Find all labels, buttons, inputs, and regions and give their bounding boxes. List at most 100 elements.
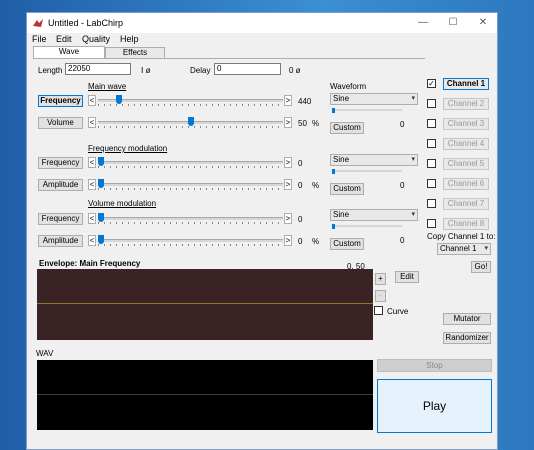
custom-waveform-button[interactable]: Custom xyxy=(330,183,364,195)
right-arrow-button[interactable]: > xyxy=(284,95,292,106)
slider-ticks xyxy=(98,188,283,190)
channel-checkbox[interactable] xyxy=(427,119,436,128)
waveform-select[interactable]: Sine ▾ xyxy=(330,209,418,221)
custom-waveform-button[interactable]: Custom xyxy=(330,122,364,134)
channel-checkbox[interactable] xyxy=(427,199,436,208)
channel-button[interactable]: Channel 2 xyxy=(443,98,489,110)
parameter-slider[interactable] xyxy=(98,117,283,128)
left-arrow-button[interactable]: < xyxy=(88,95,96,106)
parameter-slider[interactable] xyxy=(98,95,283,106)
left-arrow-button[interactable]: < xyxy=(88,213,96,224)
row-label-button[interactable]: Frequency xyxy=(38,157,83,169)
waveform-slider[interactable] xyxy=(332,169,402,174)
mutator-button[interactable]: Mutator xyxy=(443,313,491,325)
slider-ticks xyxy=(98,104,283,106)
envelope-edit-button[interactable]: Edit xyxy=(395,271,419,283)
close-button[interactable]: ✕ xyxy=(468,13,497,33)
chevron-down-icon: ▾ xyxy=(411,95,415,102)
waveform-heading: Waveform xyxy=(330,82,367,91)
right-arrow-button[interactable]: > xyxy=(284,235,292,246)
slider-ticks xyxy=(98,244,283,246)
menu-bar: File Edit Quality Help xyxy=(27,33,497,45)
menu-help[interactable]: Help xyxy=(120,34,139,44)
waveform-select[interactable]: Sine ▾ xyxy=(330,93,418,105)
delay-input[interactable]: 0 xyxy=(214,63,281,75)
waveform-value: Sine xyxy=(333,155,350,164)
row-unit: % xyxy=(312,119,320,128)
channel-button[interactable]: Channel 1 xyxy=(443,78,489,90)
waveform-slider[interactable] xyxy=(332,224,402,229)
play-button[interactable]: Play xyxy=(377,379,492,433)
slider-thumb[interactable] xyxy=(98,235,104,244)
channel-button[interactable]: Channel 3 xyxy=(443,118,489,130)
maximize-button[interactable]: ☐ xyxy=(438,13,468,33)
slider-thumb[interactable] xyxy=(332,169,335,174)
slider-thumb[interactable] xyxy=(98,157,104,166)
channel-checkbox[interactable] xyxy=(427,99,436,108)
channel-button[interactable]: Channel 7 xyxy=(443,198,489,210)
channel-button[interactable]: Channel 4 xyxy=(443,138,489,150)
slider-thumb[interactable] xyxy=(116,95,122,104)
row-value: 440 xyxy=(298,97,312,106)
left-arrow-button[interactable]: < xyxy=(88,117,96,128)
randomizer-button[interactable]: Randomizer xyxy=(443,332,491,344)
row-label-button[interactable]: Frequency xyxy=(38,213,83,225)
minimize-button[interactable]: — xyxy=(408,13,438,33)
right-arrow-button[interactable]: > xyxy=(284,157,292,168)
volume-modulation-heading: Volume modulation xyxy=(88,199,157,208)
channel-checkbox[interactable] xyxy=(427,179,436,188)
envelope-editor[interactable] xyxy=(37,269,373,340)
envelope-add-button[interactable]: + xyxy=(375,273,386,285)
right-arrow-button[interactable]: > xyxy=(284,213,292,224)
slider-thumb[interactable] xyxy=(98,213,104,222)
menu-quality[interactable]: Quality xyxy=(82,34,110,44)
slider-thumb[interactable] xyxy=(332,224,335,229)
curve-checkbox[interactable] xyxy=(374,306,383,315)
custom-waveform-button[interactable]: Custom xyxy=(330,238,364,250)
menu-edit[interactable]: Edit xyxy=(56,34,72,44)
copy-channel-select[interactable]: Channel 1 ▾ xyxy=(437,243,491,255)
wav-baseline xyxy=(37,394,373,395)
copy-channel-label: Copy Channel 1 to: xyxy=(427,232,496,241)
left-arrow-button[interactable]: < xyxy=(88,179,96,190)
channel-button[interactable]: Channel 6 xyxy=(443,178,489,190)
row-label-button[interactable]: Amplitude xyxy=(38,179,83,191)
tab-effects[interactable]: Effects xyxy=(105,47,165,58)
channel-checkbox[interactable] xyxy=(427,219,436,228)
window-title: Untitled - LabChirp xyxy=(48,18,124,28)
slider-thumb[interactable] xyxy=(98,179,104,188)
left-arrow-button[interactable]: < xyxy=(88,157,96,168)
slider-thumb[interactable] xyxy=(188,117,194,126)
envelope-remove-button[interactable]: - xyxy=(375,290,386,302)
channel-checkbox[interactable] xyxy=(427,159,436,168)
channel-button[interactable]: Channel 8 xyxy=(443,218,489,230)
chevron-down-icon: ▾ xyxy=(484,245,488,252)
waveform-value: Sine xyxy=(333,94,350,103)
waveform-slider[interactable] xyxy=(332,108,402,113)
parameter-slider[interactable] xyxy=(98,179,283,190)
waveform-select[interactable]: Sine ▾ xyxy=(330,154,418,166)
channel-checkbox[interactable]: ✓ xyxy=(427,79,436,88)
slider-thumb[interactable] xyxy=(332,108,335,113)
length-input[interactable]: 22050 xyxy=(65,63,131,75)
right-arrow-button[interactable]: > xyxy=(284,179,292,190)
slider-rail xyxy=(98,217,283,220)
left-arrow-button[interactable]: < xyxy=(88,235,96,246)
row-label-button[interactable]: Frequency xyxy=(38,95,83,107)
parameter-slider[interactable] xyxy=(98,157,283,168)
go-button[interactable]: Go! xyxy=(471,261,491,273)
stop-button[interactable]: Stop xyxy=(377,359,492,372)
channel-checkbox[interactable] xyxy=(427,139,436,148)
row-label-button[interactable]: Volume xyxy=(38,117,83,129)
row-value: 50 xyxy=(298,119,307,128)
row-label-button[interactable]: Amplitude xyxy=(38,235,83,247)
main-wave-heading: Main wave xyxy=(88,82,127,91)
chevron-down-icon: ▾ xyxy=(411,156,415,163)
slider-ticks xyxy=(98,126,283,128)
channel-button[interactable]: Channel 5 xyxy=(443,158,489,170)
menu-file[interactable]: File xyxy=(32,34,47,44)
parameter-slider[interactable] xyxy=(98,235,283,246)
parameter-slider[interactable] xyxy=(98,213,283,224)
right-arrow-button[interactable]: > xyxy=(284,117,292,128)
envelope-title: Envelope: Main Frequency xyxy=(39,259,141,268)
